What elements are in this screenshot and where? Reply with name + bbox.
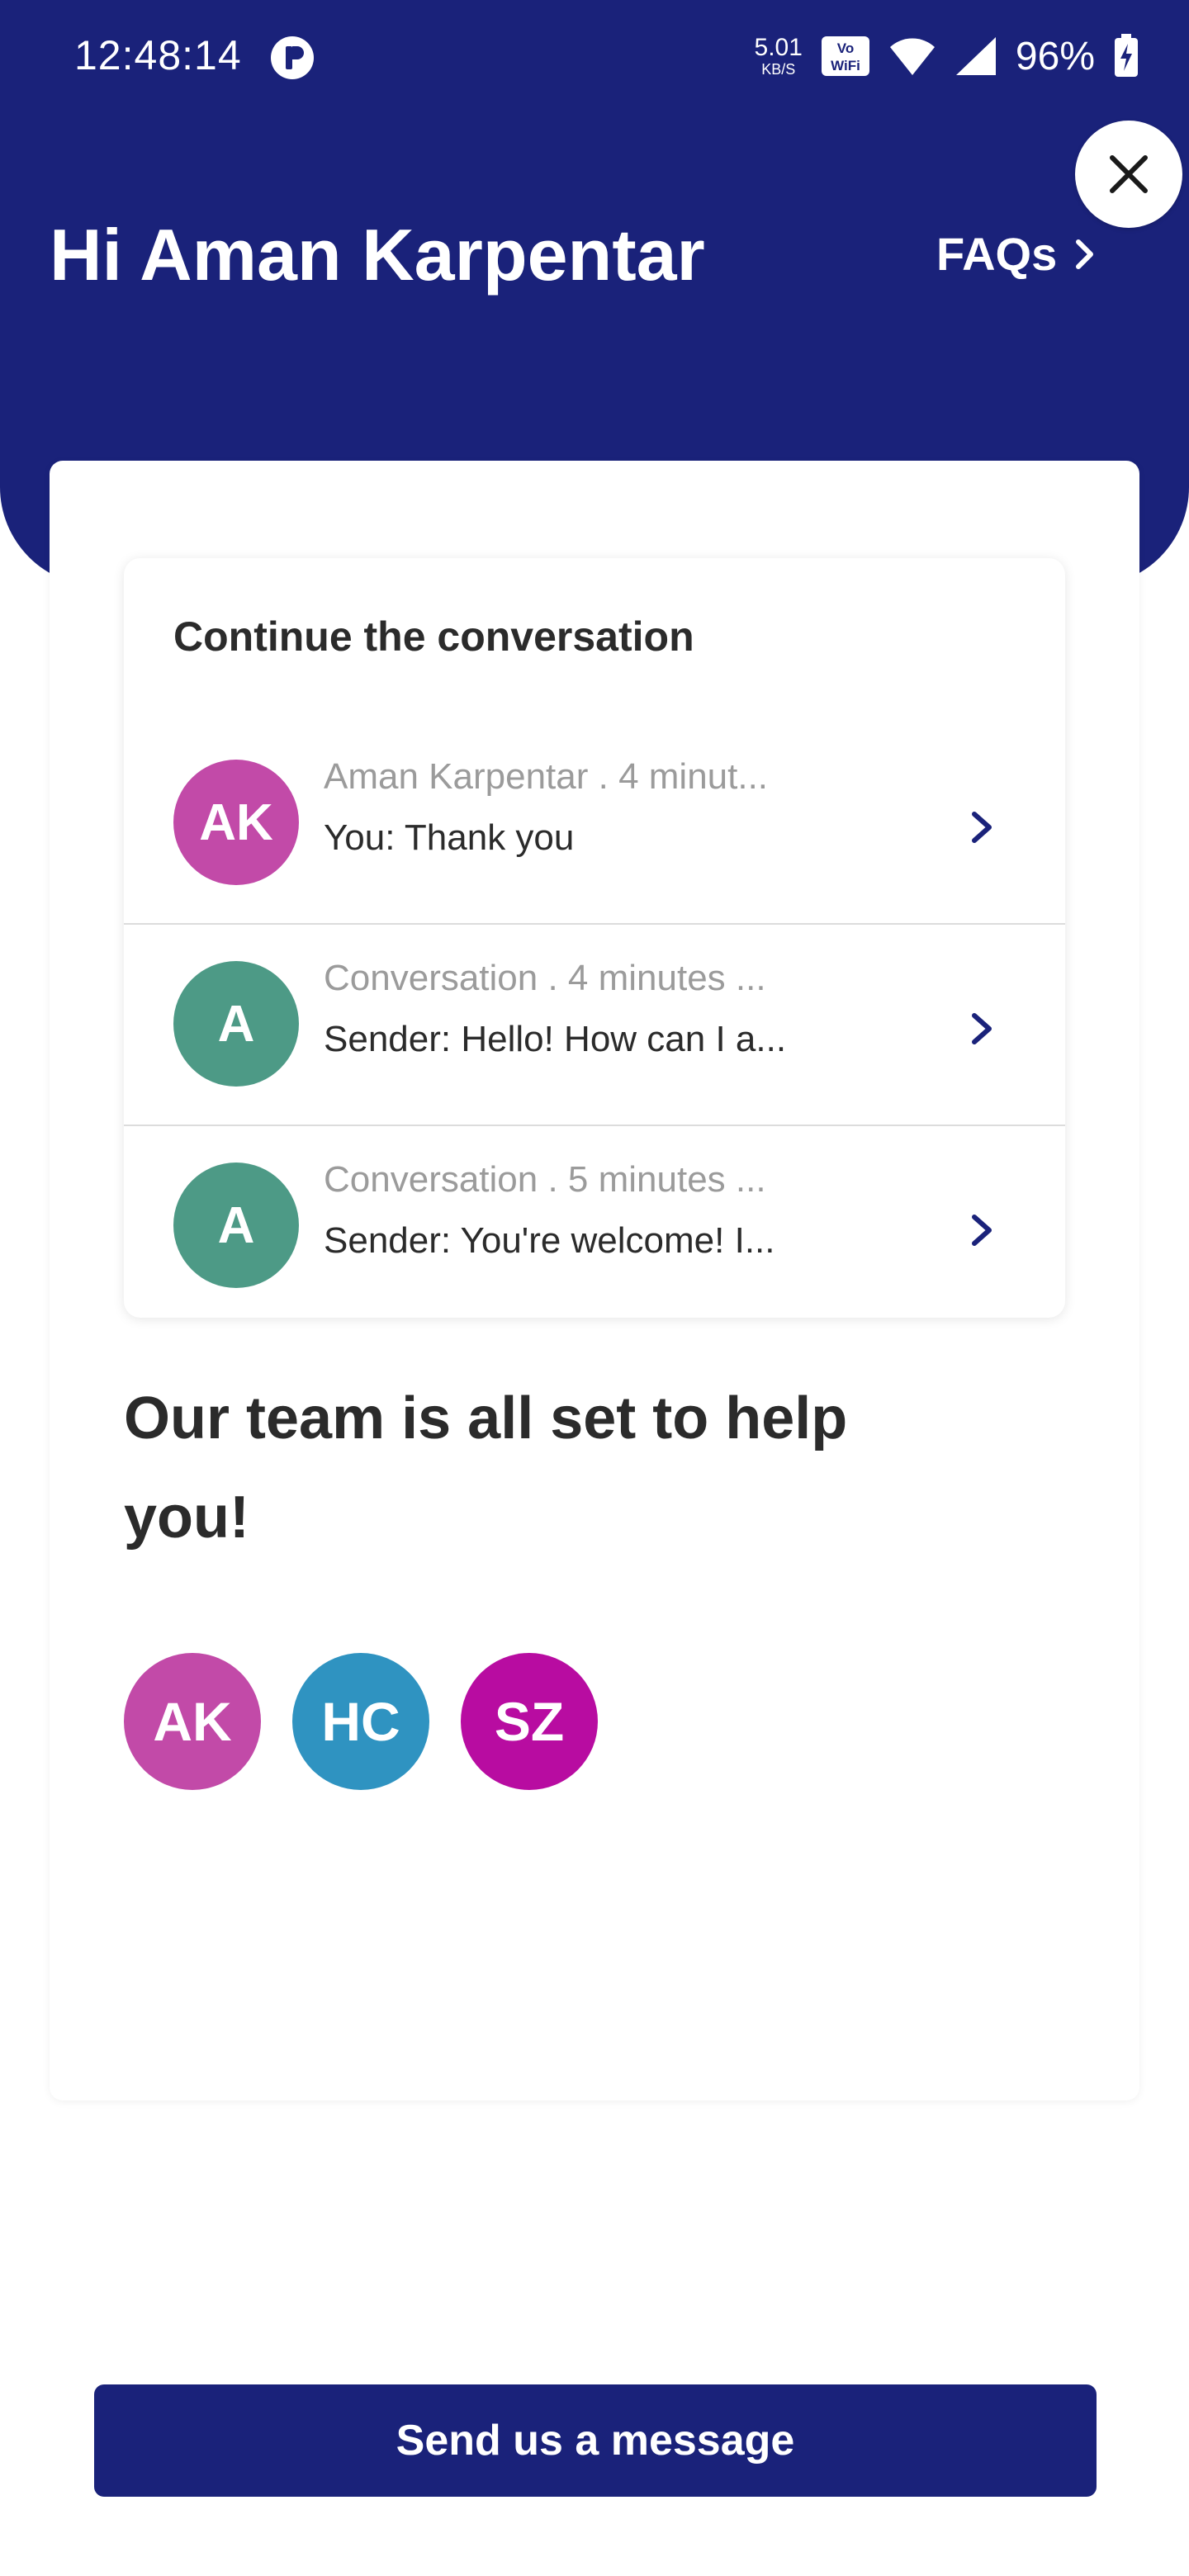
conversation-avatar: AK xyxy=(173,760,299,885)
conversation-meta: Conversation . 4 minutes ... xyxy=(324,958,766,998)
conversation-preview: You: Thank you xyxy=(324,817,575,858)
greeting-title: Hi Aman Karpentar xyxy=(50,214,705,296)
continue-conversation-card: Continue the conversation AK Aman Karpen… xyxy=(124,558,1065,1318)
vowifi-icon: Vo WiFi xyxy=(821,36,869,76)
faqs-label: FAQs xyxy=(936,228,1058,280)
conversation-avatar: A xyxy=(173,1163,299,1288)
status-time: 12:48:14 xyxy=(74,32,242,78)
home-card: Continue the conversation AK Aman Karpen… xyxy=(50,461,1139,2100)
team-member-avatar: AK xyxy=(124,1653,261,1790)
chevron-right-icon xyxy=(972,1215,992,1246)
close-icon xyxy=(1110,155,1148,193)
team-heading: Our team is all set to help you! xyxy=(124,1385,848,1551)
team-member-avatar: HC xyxy=(292,1653,429,1790)
send-message-button[interactable]: Send us a message xyxy=(94,2384,1097,2497)
chevron-right-icon xyxy=(972,812,992,843)
wifi-icon xyxy=(889,38,935,75)
chevron-right-icon xyxy=(972,1013,992,1044)
conversation-preview: Sender: Hello! How can I a... xyxy=(324,1019,787,1059)
status-indicators: 5.01 KB/S Vo WiFi 96% xyxy=(755,30,1139,83)
network-speed: 5.01 KB/S xyxy=(754,34,803,78)
app-notification-icon xyxy=(271,36,314,79)
team-avatars: AK HC SZ xyxy=(124,1653,598,1790)
close-button[interactable] xyxy=(1075,121,1182,228)
conversation-item[interactable]: A Conversation . 4 minutes ... Sender: H… xyxy=(124,925,1065,1126)
faqs-link[interactable]: FAQs xyxy=(936,227,1097,281)
conversation-list: AK Aman Karpentar . 4 minut... You: Than… xyxy=(124,723,1065,1318)
status-bar: 12:48:14 5.01 KB/S Vo WiFi 96% xyxy=(0,0,1189,116)
battery-charging-icon xyxy=(1115,34,1138,77)
team-member-avatar: SZ xyxy=(461,1653,598,1790)
conversation-item[interactable]: AK Aman Karpentar . 4 minut... You: Than… xyxy=(124,723,1065,925)
conversation-preview: Sender: You're welcome! I... xyxy=(324,1220,775,1261)
chevron-right-icon xyxy=(1076,239,1094,269)
conversation-avatar: A xyxy=(173,961,299,1087)
continue-conversation-title: Continue the conversation xyxy=(173,613,694,660)
svg-text:WiFi: WiFi xyxy=(831,58,860,73)
conversation-item[interactable]: A Conversation . 5 minutes ... Sender: Y… xyxy=(124,1126,1065,1318)
conversation-meta: Conversation . 5 minutes ... xyxy=(324,1159,766,1200)
svg-text:Vo: Vo xyxy=(837,40,854,56)
cellular-signal-icon xyxy=(955,37,996,75)
conversation-meta: Aman Karpentar . 4 minut... xyxy=(324,756,769,797)
battery-percentage: 96% xyxy=(1015,34,1095,78)
